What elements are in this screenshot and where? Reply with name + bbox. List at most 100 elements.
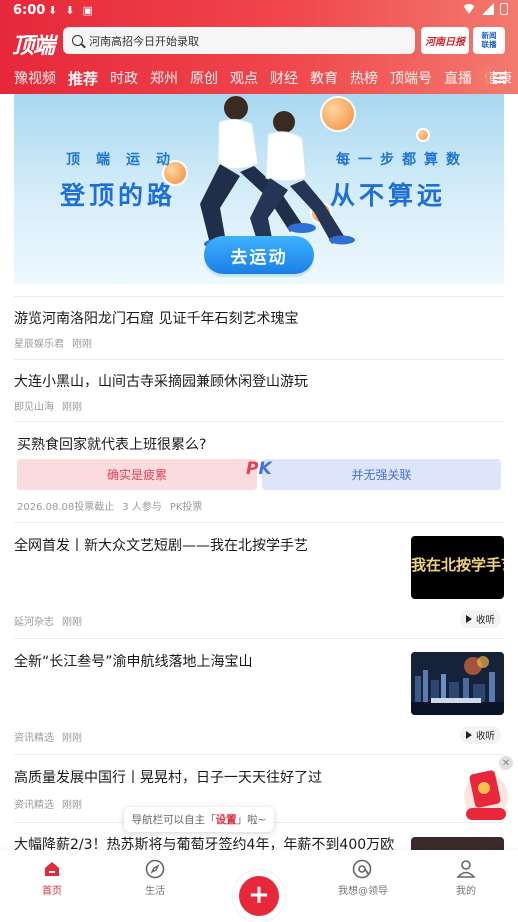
- article-title[interactable]: 全新“长江叁号”渝申航线落地上海宝山: [14, 651, 253, 671]
- search-bar[interactable]: 河南高招今日开始录取: [63, 27, 415, 54]
- article-thumbnail[interactable]: [411, 652, 504, 715]
- divider: [14, 754, 504, 755]
- divider: [14, 359, 504, 360]
- article-meta: 资讯精选 刚刚: [14, 796, 90, 811]
- city-night-image: [411, 652, 504, 715]
- nav-label-home: 首页: [42, 886, 62, 897]
- battery-icon: [500, 3, 508, 15]
- status-time: 6:00: [13, 3, 46, 18]
- news-broadcast-label-1: 新闻: [481, 31, 497, 40]
- poll-option-a-button[interactable]: 确实是疲累: [17, 459, 257, 490]
- nav-settings-tooltip: 导航栏可以自主「 设置 」啦~: [124, 807, 274, 832]
- divider: [14, 296, 504, 297]
- listen-button[interactable]: 收听: [460, 726, 502, 744]
- divider: [14, 421, 504, 422]
- status-indicators: [462, 3, 508, 15]
- tab-channel[interactable]: 财经: [270, 68, 298, 90]
- poll-meta: 2026.08.08投票截止 3 人参与 PK投票: [17, 498, 210, 513]
- article-title[interactable]: 游览河南洛阳龙门石窟 见证千年石刻艺术瑰宝: [14, 308, 298, 328]
- listen-button[interactable]: 收听: [460, 610, 502, 628]
- message-leader-icon: [352, 859, 372, 879]
- tab-channel[interactable]: 原创: [190, 68, 218, 90]
- status-bar: 6:00 ⬇ ⬇ ▣: [0, 0, 518, 22]
- article-time: 刚刚: [72, 339, 92, 350]
- henan-daily-button[interactable]: 河南日报: [421, 27, 469, 54]
- news-broadcast-label-2: 联播: [481, 40, 497, 49]
- wifi-icon: [462, 4, 476, 14]
- nav-label-mine: 我的: [456, 886, 476, 897]
- article-source: 延河杂志: [14, 617, 54, 628]
- article-meta: 资讯精选 刚刚: [14, 729, 90, 744]
- article-source: 资讯精选: [14, 800, 54, 811]
- banner-right-title: 从不算远: [330, 181, 447, 210]
- article-title[interactable]: 大连小黑山，山间古寺采摘园兼顾休闲登山游玩: [14, 371, 308, 391]
- article-time: 刚刚: [62, 402, 82, 413]
- close-icon[interactable]: ✕: [499, 756, 513, 770]
- article-meta: 即见山海 刚刚: [14, 398, 90, 413]
- banner-left-title: 登顶的路: [60, 181, 177, 210]
- banner-right-subtitle: 每一步都算数: [336, 152, 468, 168]
- play-icon: [466, 615, 472, 623]
- tab-channel[interactable]: 观点: [230, 68, 258, 90]
- status-notifications: ⬇ ⬇ ▣: [48, 4, 93, 17]
- nav-label-life: 生活: [145, 886, 165, 897]
- article-source: 资讯精选: [14, 733, 54, 744]
- divider: [14, 638, 504, 639]
- poll-option-b-button[interactable]: 并无强关联: [262, 459, 501, 490]
- tab-channel[interactable]: 豫视频: [14, 68, 56, 90]
- signal-icon: [482, 3, 494, 15]
- article-source: 即见山海: [14, 402, 54, 413]
- sport-banner[interactable]: 顶端运动 登顶的路 每一步都算数 从不算远 去运动: [14, 94, 504, 284]
- tab-channel[interactable]: 教育: [310, 68, 338, 90]
- nav-label-leader: 我想@领导: [338, 886, 388, 897]
- go-exercise-button[interactable]: 去运动: [204, 236, 314, 274]
- article-meta: 星辰娱乐君 刚刚: [14, 335, 100, 350]
- home-icon: [45, 862, 59, 876]
- play-icon: [466, 731, 472, 739]
- article-time: 刚刚: [62, 800, 82, 811]
- poll-participants: 3 人参与: [122, 502, 162, 513]
- add-button[interactable]: +: [239, 876, 279, 916]
- red-packet-ad[interactable]: [460, 764, 510, 824]
- divider: [14, 522, 504, 523]
- article-title[interactable]: 全网首发丨新大众文艺短剧——我在北按学手艺: [14, 535, 308, 555]
- tab-channel-active[interactable]: 推荐: [68, 68, 98, 96]
- red-packet-icon: [464, 770, 508, 820]
- app-logo: 顶端: [12, 34, 55, 59]
- tab-channel[interactable]: 热榜: [350, 68, 378, 90]
- article-source: 星辰娱乐君: [14, 339, 64, 350]
- tab-channel[interactable]: 时政: [110, 68, 138, 90]
- search-placeholder: 河南高招今日开始录取: [89, 34, 199, 48]
- tab-channel[interactable]: 郑州: [150, 68, 178, 90]
- pk-icon: PK: [246, 459, 272, 479]
- channel-tabs: 豫视频 推荐 时政 郑州 原创 观点 财经 教育 热榜 顶端号 直播 健康: [14, 68, 518, 96]
- poll-deadline: 2026.08.08投票截止: [17, 502, 115, 513]
- listen-label: 收听: [476, 731, 496, 742]
- user-icon: [456, 860, 476, 878]
- article-time: 刚刚: [62, 617, 82, 628]
- app-header: 6:00 ⬇ ⬇ ▣ 顶端 河南高招今日开始录取 河南日报 新闻 联播 豫视频 …: [0, 0, 518, 96]
- tooltip-text-before: 导航栏可以自主「: [131, 814, 216, 826]
- poll-question[interactable]: 买熟食回家就代表上班很累么?: [17, 434, 206, 454]
- download-icon: ⬇: [65, 4, 75, 17]
- article-meta: 延河杂志 刚刚: [14, 613, 90, 628]
- thumbnail-text: 我在北按学手艺: [411, 556, 504, 574]
- compass-icon: [145, 859, 165, 879]
- news-broadcast-button[interactable]: 新闻 联播: [473, 27, 505, 54]
- tab-channel[interactable]: 顶端号: [390, 68, 432, 90]
- article-time: 刚刚: [62, 733, 82, 744]
- download-icon: ⬇: [48, 4, 58, 17]
- menu-icon[interactable]: [493, 72, 506, 83]
- tab-channel[interactable]: 直播: [444, 68, 472, 90]
- banner-left-subtitle: 顶端运动: [66, 152, 186, 168]
- tooltip-highlight: 设置: [215, 814, 237, 826]
- search-icon: [72, 35, 83, 46]
- article-thumbnail[interactable]: [411, 837, 504, 850]
- app-notification-icon: ▣: [82, 4, 93, 17]
- article-title[interactable]: 高质量发展中国行丨晃晃村，日子一天天往好了过: [14, 767, 322, 787]
- bottom-nav: 首页 生活 + 我想@领导 我的: [0, 850, 518, 922]
- channel-fade: [470, 66, 490, 90]
- listen-label: 收听: [476, 615, 496, 626]
- poll-type: PK投票: [169, 502, 203, 513]
- article-thumbnail[interactable]: 我在北按学手艺: [411, 536, 504, 599]
